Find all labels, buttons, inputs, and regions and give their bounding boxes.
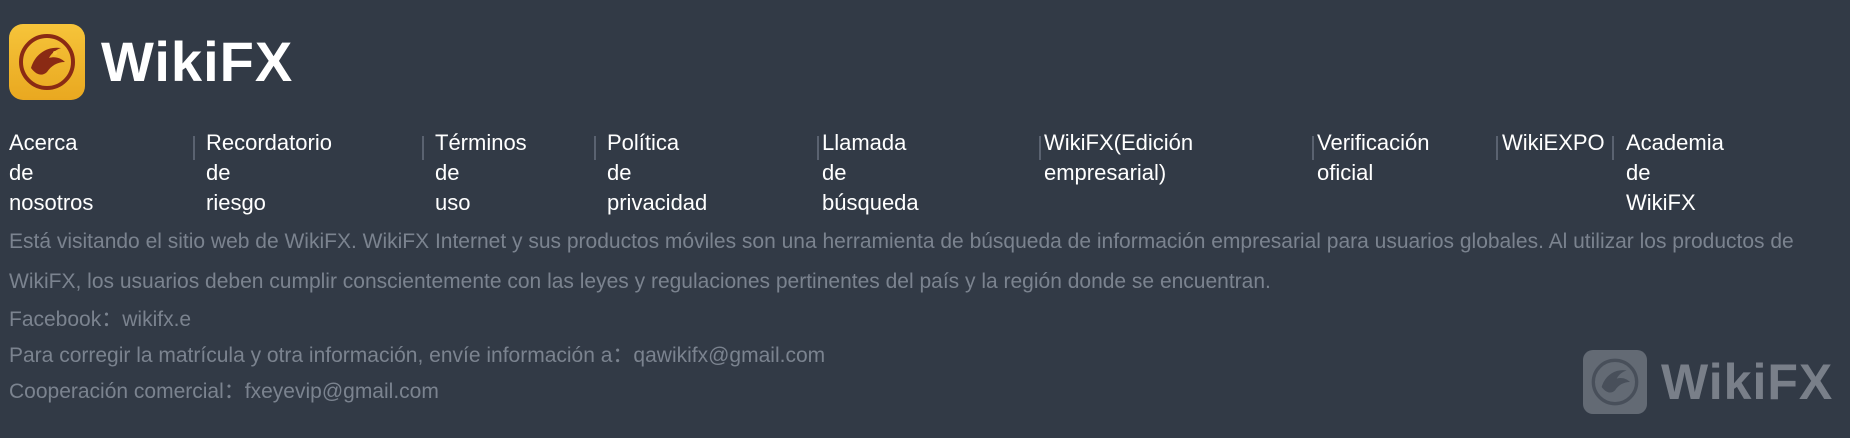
nav-wikiexpo[interactable]: WikiEXPO xyxy=(1502,128,1605,158)
nav-official-verification[interactable]: Verificación oficial xyxy=(1317,128,1430,188)
nav-privacy-policy[interactable]: Política de privacidad xyxy=(607,128,707,218)
nav-divider xyxy=(1496,136,1498,160)
cooperation-email-link[interactable]: fxeyevip@gmail.com xyxy=(245,380,439,403)
cooperation-line: Cooperación comercial：fxeyevip@gmail.com xyxy=(9,374,1809,410)
nav-divider xyxy=(422,136,424,160)
nav-wikifx-academy[interactable]: Academia de WikiFX xyxy=(1626,128,1724,218)
watermark-text: WikiFX xyxy=(1661,354,1834,410)
wikifx-watermark: WikiFX xyxy=(1583,350,1833,414)
correction-label: Para corregir la matrícula y otra inform… xyxy=(9,344,634,367)
nav-divider xyxy=(1612,136,1614,160)
nav-terms-of-use[interactable]: Términos de uso xyxy=(435,128,527,218)
site-description: Está visitando el sitio web de WikiFX. W… xyxy=(9,230,1794,293)
footer-info: Está visitando el sitio web de WikiFX. W… xyxy=(9,222,1809,410)
correction-email-link[interactable]: qawikifx@gmail.com xyxy=(633,344,825,367)
nav-divider xyxy=(817,136,819,160)
facebook-label: Facebook： xyxy=(9,308,123,331)
facebook-link[interactable]: wikifx.e xyxy=(122,308,191,331)
nav-divider xyxy=(1039,136,1041,160)
brand-name: WikiFX xyxy=(101,30,294,93)
brand-logo[interactable]: WikiFX xyxy=(9,24,293,100)
eagle-icon xyxy=(1583,350,1647,414)
nav-divider xyxy=(1312,136,1314,160)
nav-about-us[interactable]: Acerca de nosotros xyxy=(9,128,93,218)
nav-search-call[interactable]: Llamada de búsqueda xyxy=(822,128,919,218)
correction-line: Para corregir la matrícula y otra inform… xyxy=(9,338,1809,374)
nav-divider xyxy=(594,136,596,160)
facebook-line: Facebook：wikifx.e xyxy=(9,302,1809,338)
nav-risk-reminder[interactable]: Recordatorio de riesgo xyxy=(206,128,332,218)
nav-wikifx-enterprise[interactable]: WikiFX(Edición empresarial) xyxy=(1044,128,1193,188)
eagle-icon xyxy=(9,24,85,100)
cooperation-label: Cooperación comercial： xyxy=(9,380,245,403)
nav-divider xyxy=(193,136,195,160)
